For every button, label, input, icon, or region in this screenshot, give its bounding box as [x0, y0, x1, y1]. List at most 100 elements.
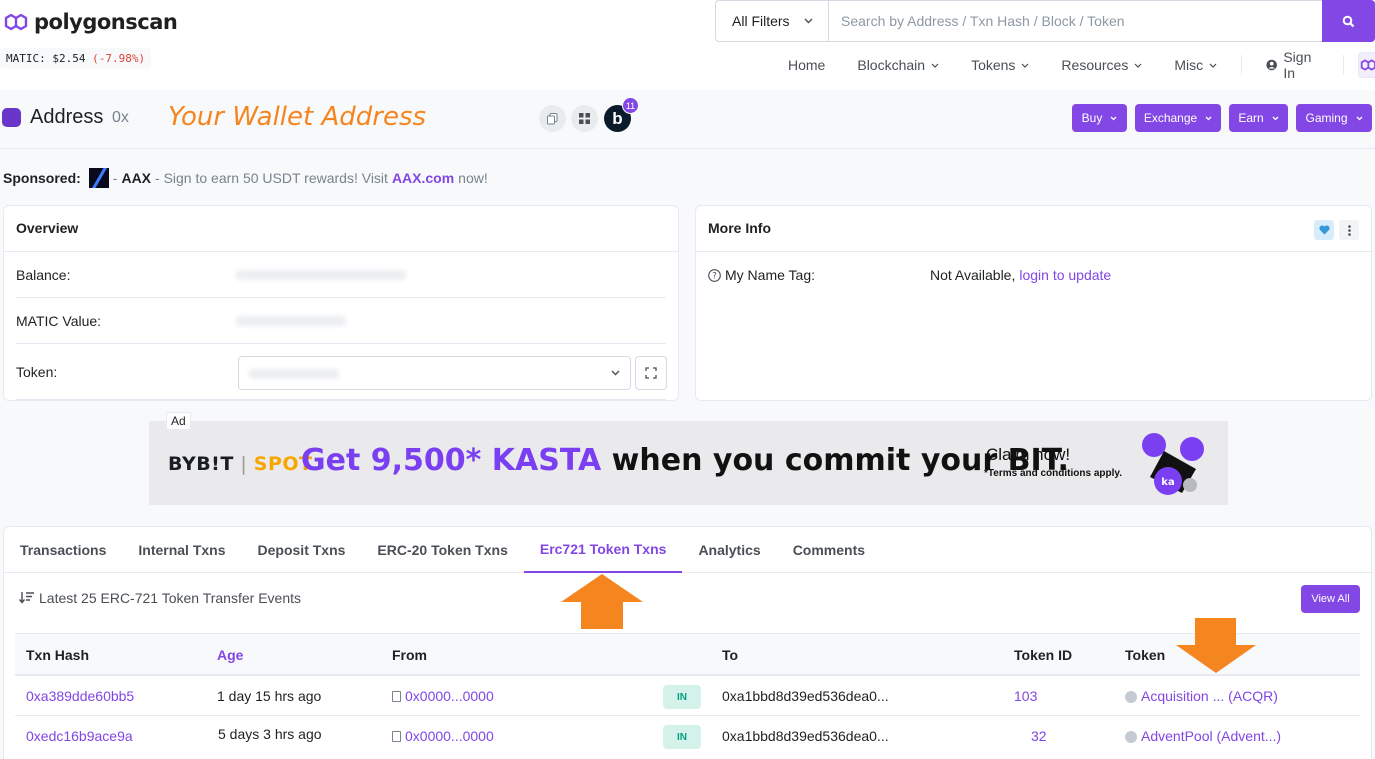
view-all-button[interactable]: View All: [1301, 585, 1360, 613]
col-age[interactable]: Age: [217, 647, 243, 663]
more-options-button[interactable]: [1339, 220, 1359, 240]
sort-icon: [19, 592, 34, 604]
polygonscan-logo[interactable]: polygonscan: [4, 10, 178, 34]
token-link[interactable]: Acquisition ... (ACQR): [1141, 688, 1278, 704]
name-tag-value: Not Available,: [930, 267, 1016, 283]
user-circle-icon: [1266, 59, 1277, 71]
tab-erc721-token-txns[interactable]: Erc721 Token Txns: [523, 527, 683, 573]
nav-resources[interactable]: Resources: [1045, 57, 1158, 73]
sponsored-label: Sponsored:: [3, 170, 81, 186]
search-input[interactable]: [829, 1, 1322, 41]
filter-label: All Filters: [732, 13, 790, 29]
ad-headline-highlight: Get 9,500* KASTA: [301, 443, 602, 478]
expand-icon: [645, 367, 657, 379]
token-icon: [1125, 691, 1137, 703]
direction-badge: IN: [663, 685, 701, 709]
tab-erc20-token-txns[interactable]: ERC-20 Token Txns: [361, 527, 523, 573]
matic-value-row: MATIC Value:: [16, 298, 666, 344]
earn-button[interactable]: Earn: [1229, 104, 1288, 132]
blockscan-logo: b: [612, 108, 623, 128]
login-to-update-link[interactable]: login to update: [1019, 267, 1111, 283]
site-header: polygonscan MATIC: $2.54 (-7.98%) All Fi…: [0, 0, 1375, 90]
sign-in-link[interactable]: Sign In: [1250, 49, 1335, 81]
tab-internal-txns[interactable]: Internal Txns: [122, 527, 241, 573]
tab-bar: Transactions Internal Txns Deposit Txns …: [4, 527, 1371, 573]
nav-divider: [1342, 55, 1344, 75]
more-info-card: More Info ? My Name Tag: Not Available, …: [695, 205, 1372, 401]
sponsor-link[interactable]: AAX.com: [392, 170, 454, 186]
token-cell: AdventPool (Advent...): [1125, 728, 1281, 744]
token-id-link[interactable]: 32: [1031, 728, 1047, 744]
exchange-button[interactable]: Exchange: [1135, 104, 1221, 132]
sponsor-suffix: now!: [458, 170, 488, 186]
nav-misc-label: Misc: [1174, 57, 1204, 73]
filter-dropdown[interactable]: All Filters: [716, 1, 829, 41]
name-tag-row: ? My Name Tag: Not Available, login to u…: [708, 252, 1359, 298]
qr-code-icon: [579, 113, 590, 124]
sponsor-brand: AAX: [121, 170, 152, 186]
qr-code-button[interactable]: [571, 105, 598, 132]
token-holdings-dropdown[interactable]: [238, 356, 631, 390]
to-address: 0xa1bbd8d39ed536dea0...: [722, 728, 889, 744]
token-cell: Acquisition ... (ACQR): [1125, 688, 1278, 704]
copy-address-button[interactable]: [539, 105, 566, 132]
nav-home[interactable]: Home: [772, 57, 841, 73]
token-link[interactable]: AdventPool (Advent...): [1141, 728, 1281, 744]
address-hash: 0x: [112, 109, 129, 126]
buy-label: Buy: [1081, 111, 1103, 125]
search-bar: All Filters: [715, 0, 1375, 42]
network-switch-button[interactable]: [1357, 52, 1375, 78]
chevron-down-icon: [804, 18, 813, 24]
token-select-redacted: [249, 369, 339, 379]
token-expand-button[interactable]: [635, 356, 667, 390]
tab-deposit-txns[interactable]: Deposit Txns: [242, 527, 362, 573]
col-token-id: Token ID: [1014, 647, 1073, 663]
col-from: From: [392, 647, 427, 663]
txn-hash-link[interactable]: 0xedc16b9ace9a: [26, 728, 133, 744]
nav-misc[interactable]: Misc: [1158, 57, 1233, 73]
from-address-link[interactable]: 0x0000...0000: [405, 688, 494, 704]
down-arrow-annotation-icon: [1176, 618, 1256, 673]
matic-price: MATIC: $2.54 (-7.98%): [0, 48, 152, 69]
more-info-title: More Info: [696, 206, 1371, 252]
search-button[interactable]: [1322, 0, 1375, 42]
blockscan-badge: 11: [622, 97, 639, 114]
nav-blockchain[interactable]: Blockchain: [841, 57, 955, 73]
favorite-button[interactable]: [1314, 220, 1334, 240]
title-divider: [0, 148, 1375, 149]
tab-analytics[interactable]: Analytics: [682, 527, 776, 573]
gaming-button[interactable]: Gaming: [1296, 104, 1372, 132]
token-id-link[interactable]: 103: [1014, 688, 1037, 704]
chevron-down-icon: [931, 63, 939, 68]
ad-label: Ad: [166, 412, 191, 430]
token-icon: [1125, 731, 1137, 743]
buy-button[interactable]: Buy: [1072, 104, 1127, 132]
to-address: 0xa1bbd8d39ed536dea0...: [722, 688, 889, 704]
from-address-link[interactable]: 0x0000...0000: [405, 728, 494, 744]
table-caption-text: Latest 25 ERC-721 Token Transfer Events: [39, 590, 301, 606]
col-token: Token: [1125, 647, 1166, 663]
nav-resources-label: Resources: [1061, 57, 1129, 73]
chevron-down-icon: [1134, 63, 1142, 68]
chevron-down-icon: [611, 370, 620, 376]
tab-comments[interactable]: Comments: [777, 527, 881, 573]
overview-card: Overview Balance: MATIC Value: Token:: [3, 205, 679, 401]
col-to: To: [722, 647, 739, 663]
name-tag-label: My Name Tag:: [725, 267, 815, 283]
contract-icon: [392, 731, 401, 742]
chevron-down-icon: [1021, 63, 1029, 68]
nav-tokens[interactable]: Tokens: [955, 57, 1045, 73]
bybit-ad-banner[interactable]: BYB!T | SPOT Get 9,500* KASTA when you c…: [149, 421, 1228, 505]
address-title-row: Address 0x Your Wallet Address b 11 Buy …: [0, 97, 1375, 148]
balance-value-redacted: [236, 269, 406, 280]
kasta-coins-icon: ka: [1142, 433, 1204, 495]
chevron-down-icon: [1110, 116, 1117, 120]
question-circle-icon: ?: [708, 268, 721, 282]
tab-transactions[interactable]: Transactions: [4, 527, 122, 573]
direction-badge: IN: [663, 725, 701, 749]
chevron-down-icon: [1209, 63, 1217, 68]
ad-terms: *Terms and conditions apply.: [984, 468, 1122, 479]
transactions-panel: Transactions Internal Txns Deposit Txns …: [3, 526, 1372, 759]
txn-hash-link[interactable]: 0xa389dde60bb5: [26, 688, 134, 704]
token-label: Token:: [16, 363, 58, 380]
